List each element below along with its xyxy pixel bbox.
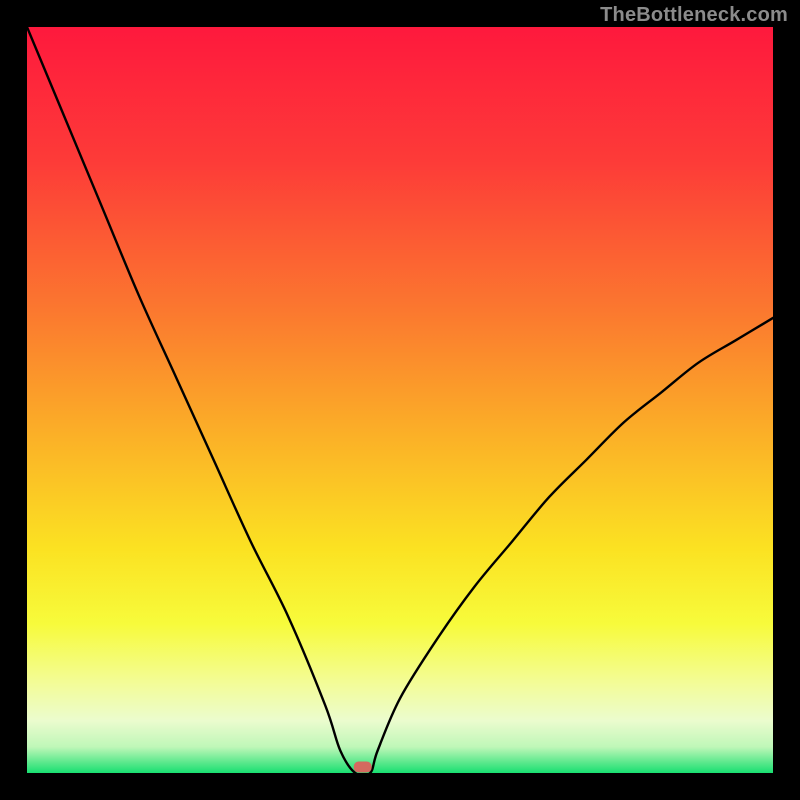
- bottleneck-chart: [27, 27, 773, 773]
- optimum-marker: [354, 762, 372, 773]
- attribution-label: TheBottleneck.com: [600, 4, 788, 27]
- gradient-background: [27, 27, 773, 773]
- plot-area: [27, 27, 773, 773]
- chart-frame: TheBottleneck.com: [0, 0, 800, 800]
